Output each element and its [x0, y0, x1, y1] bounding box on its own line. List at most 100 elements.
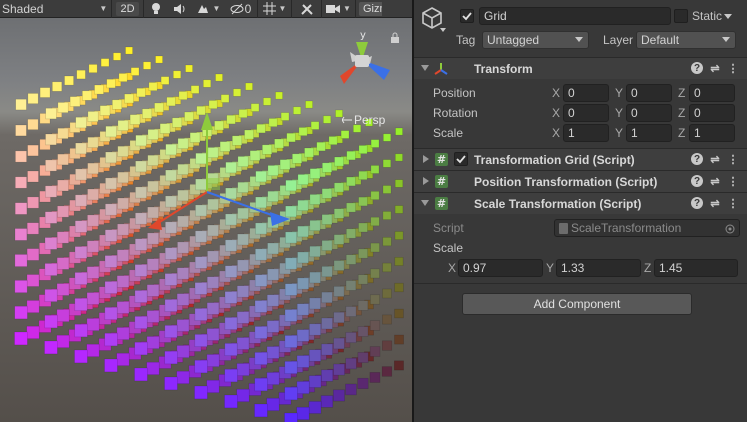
kebab-menu-icon[interactable]: ⋮ [727, 175, 739, 188]
grid-cube [382, 185, 392, 194]
scale-label: Scale [433, 126, 464, 140]
sliders-icon[interactable]: ⇌ [709, 175, 721, 188]
grid-cube [189, 132, 201, 143]
axis-z-label[interactable]: Z [678, 126, 685, 140]
2d-toggle-button[interactable]: 2D [112, 0, 144, 18]
axis-x-label[interactable]: X [552, 86, 560, 100]
sliders-icon[interactable]: ⇌ [709, 62, 721, 75]
grid-cube [146, 336, 160, 349]
static-dropdown[interactable]: Static [692, 9, 733, 23]
grid-cube [284, 386, 298, 401]
kebab-menu-icon[interactable]: ⋮ [727, 62, 739, 75]
axis-y-label[interactable]: Y [546, 261, 554, 275]
scale-z-field[interactable]: 1 [689, 124, 735, 142]
add-component-button[interactable]: Add Component [462, 293, 692, 315]
audio-toggle-button[interactable] [168, 0, 192, 18]
script-file-icon [559, 222, 568, 234]
gizmos-dropdown[interactable]: Gizmos [356, 0, 382, 18]
camera-dropdown[interactable]: ▼ [322, 0, 356, 18]
checkmark-icon [462, 12, 472, 21]
gameobject-name-input[interactable]: Grid [479, 7, 671, 25]
axis-x-label[interactable]: X [552, 106, 560, 120]
layer-dropdown[interactable]: Default [636, 31, 736, 49]
kebab-menu-icon[interactable]: ⋮ [727, 153, 739, 166]
scale-transformation-header[interactable]: # Scale Transformation (Script) ? ⇌ ⋮ [414, 192, 747, 214]
position-x-field[interactable]: 0 [563, 84, 609, 102]
icon-dropdown-caret[interactable] [440, 28, 446, 32]
grid-cube [320, 369, 334, 382]
grid-cube [370, 139, 380, 148]
grid-cube [176, 293, 190, 306]
grid-cube [165, 143, 177, 156]
grid-cube [286, 132, 296, 143]
grid-cube [106, 78, 116, 89]
static-checkbox[interactable] [674, 9, 688, 23]
position-y-field[interactable]: 0 [626, 84, 672, 102]
grid-cube [82, 90, 93, 101]
tag-dropdown[interactable]: Untagged [482, 31, 589, 49]
scale-transformation-y-field[interactable]: 1.33 [556, 259, 641, 277]
rotation-z-field[interactable]: 0 [689, 104, 735, 122]
foldout-closed-icon[interactable] [423, 155, 429, 163]
sliders-icon[interactable]: ⇌ [709, 197, 721, 210]
lighting-toggle-button[interactable] [144, 0, 168, 18]
rotation-x-field[interactable]: 0 [563, 104, 609, 122]
transform-header[interactable]: Transform ? ⇌ ⋮ [414, 57, 747, 79]
axis-y-label[interactable]: Y [615, 126, 623, 140]
lock-icon[interactable] [390, 32, 400, 44]
position-transformation-header[interactable]: # Position Transformation (Script) ? ⇌ ⋮ [414, 170, 747, 192]
axis-y-label[interactable]: Y [615, 86, 623, 100]
tools-button[interactable] [292, 0, 322, 18]
chevron-down-icon [575, 37, 583, 42]
foldout-closed-icon[interactable] [423, 177, 429, 185]
sliders-icon[interactable]: ⇌ [709, 153, 721, 166]
transformation-grid-header[interactable]: # Transformation Grid (Script) ? ⇌ ⋮ [414, 148, 747, 170]
grid-cube [267, 165, 279, 176]
grid-toggle-dropdown[interactable]: ▼ [258, 0, 292, 18]
kebab-menu-icon[interactable]: ⋮ [727, 197, 739, 210]
scale-y-field[interactable]: 1 [626, 124, 672, 142]
help-icon[interactable]: ? [691, 175, 703, 187]
scale-x-field[interactable]: 1 [563, 124, 609, 142]
grid-cube [176, 345, 190, 358]
scale-transformation-x-field[interactable]: 0.97 [458, 259, 543, 277]
foldout-open-icon[interactable] [421, 65, 429, 71]
active-checkbox[interactable] [460, 9, 474, 23]
effects-dropdown[interactable]: ▼ [192, 0, 224, 18]
grid-cube [236, 388, 250, 403]
axis-z-label[interactable]: Z [678, 106, 685, 120]
projection-toggle[interactable]: Persp [342, 113, 385, 127]
scale-transformation-z-field[interactable]: 1.45 [654, 259, 738, 277]
grid-cube [370, 268, 380, 279]
grid-cube [237, 233, 249, 246]
help-icon[interactable]: ? [691, 62, 703, 74]
shading-mode-dropdown[interactable]: Shaded ▼ [0, 0, 112, 18]
grid-cube [237, 156, 249, 167]
grid-cube [86, 292, 100, 305]
position-z-field[interactable]: 0 [689, 84, 735, 102]
grid-cube [57, 127, 69, 139]
grid-cube [87, 111, 99, 123]
transformation-grid-enabled-checkbox[interactable] [454, 152, 468, 166]
foldout-open-icon[interactable] [421, 200, 429, 206]
gizmo-center-cube[interactable] [355, 55, 369, 67]
axis-z-label[interactable]: Z [678, 86, 685, 100]
grid-cube [238, 109, 248, 119]
grid-cube [220, 94, 230, 103]
grid-cube [333, 285, 345, 297]
axis-z-label[interactable]: Z [644, 261, 651, 275]
grid-cube [165, 221, 178, 234]
axis-x-label[interactable]: X [448, 261, 456, 275]
move-plane-handle[interactable] [208, 178, 220, 190]
help-icon[interactable]: ? [691, 153, 703, 165]
axis-y-label[interactable]: Y [615, 106, 623, 120]
axis-x-label[interactable]: X [552, 126, 560, 140]
rotation-y-field[interactable]: 0 [626, 104, 672, 122]
hidden-objects-toggle[interactable]: 0 [224, 0, 258, 18]
grid-cube [104, 229, 118, 242]
help-icon[interactable]: ? [691, 197, 703, 209]
grid-cube [369, 320, 381, 331]
grid-cube [254, 403, 268, 418]
position-label: Position [433, 86, 476, 100]
scene-view[interactable]: Shaded ▼ 2D ▼ 0 ▼ ▼ Giz y Persp [0, 0, 412, 422]
